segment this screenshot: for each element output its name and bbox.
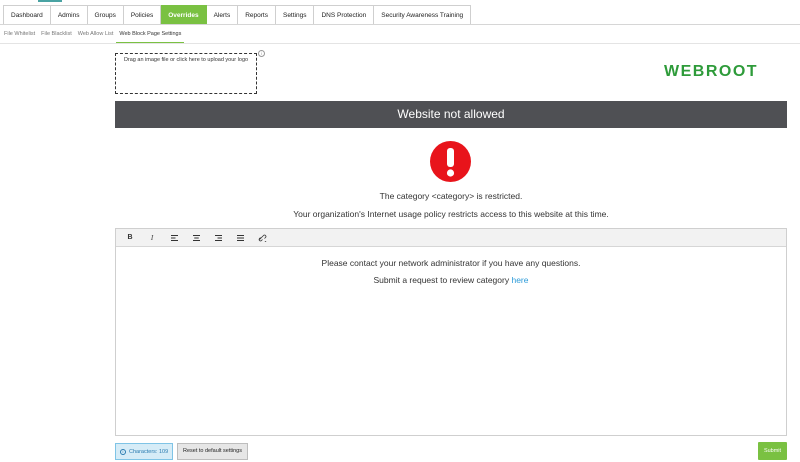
exclamation-circle-icon (430, 141, 471, 182)
tab-dashboard[interactable]: Dashboard (3, 5, 51, 25)
submit-button[interactable]: Submit (758, 442, 787, 460)
info-icon: i (120, 448, 126, 455)
italic-button[interactable]: I (141, 229, 163, 247)
tabs-divider (0, 24, 800, 25)
align-left-button[interactable] (163, 229, 185, 247)
policy-message: Your organization's Internet usage polic… (293, 209, 609, 219)
top-accent (38, 0, 62, 2)
align-justify-button[interactable] (229, 229, 251, 247)
tab-dns-protection[interactable]: DNS Protection (314, 5, 375, 25)
editor-content[interactable]: Please contact your network administrato… (116, 247, 786, 285)
character-count-label: Characters: 109 (129, 448, 169, 455)
link-icon (258, 234, 266, 242)
align-justify-icon (236, 234, 244, 241)
character-count-badge: i Characters: 109 (115, 443, 173, 460)
tab-groups[interactable]: Groups (87, 5, 124, 25)
reset-default-button[interactable]: Reset to default settings (177, 443, 248, 460)
upload-instructions: Drag an image file or click here to uplo… (123, 57, 249, 63)
block-page-banner: Website not allowed (115, 101, 787, 128)
tab-alerts[interactable]: Alerts (206, 5, 239, 25)
review-request-line: Submit a request to review category here (116, 275, 786, 285)
bold-button[interactable]: B (119, 229, 141, 247)
subtabs-divider (0, 43, 800, 44)
align-right-icon (214, 234, 222, 241)
align-right-button[interactable] (207, 229, 229, 247)
editor-toolbar: B I (116, 229, 786, 247)
logo-upload-dropzone[interactable]: Drag an image file or click here to uplo… (115, 53, 257, 94)
tab-reports[interactable]: Reports (238, 5, 276, 25)
tab-overrides[interactable]: Overrides (161, 5, 207, 25)
review-request-text: Submit a request to review category (373, 275, 510, 285)
info-icon[interactable]: i (258, 50, 265, 57)
sub-tabs: File Whitelist File Blacklist Web Allow … (0, 27, 800, 43)
message-editor: B I Please contact your network administ… (115, 228, 787, 436)
tab-policies[interactable]: Policies (123, 5, 162, 25)
contact-line: Please contact your network administrato… (321, 258, 581, 268)
banner-title: Website not allowed (397, 107, 505, 121)
tab-admins[interactable]: Admins (50, 5, 88, 25)
align-center-button[interactable] (185, 229, 207, 247)
subtab-file-blacklist[interactable]: File Blacklist (38, 27, 75, 43)
main-tabs: Dashboard Admins Groups Policies Overrid… (3, 5, 472, 25)
subtab-file-whitelist[interactable]: File Whitelist (1, 27, 38, 43)
category-message: The category <category> is restricted. (379, 191, 523, 201)
align-center-icon (192, 234, 200, 241)
webroot-logo: WEBROOT (664, 63, 759, 80)
link-button[interactable] (251, 229, 273, 247)
tab-settings[interactable]: Settings (275, 5, 315, 25)
review-request-link[interactable]: here (511, 275, 528, 285)
align-left-icon (170, 234, 178, 241)
subtab-web-allow-list[interactable]: Web Allow List (75, 27, 117, 43)
tab-security-awareness-training[interactable]: Security Awareness Training (374, 5, 472, 25)
subtab-web-block-page-settings[interactable]: Web Block Page Settings (116, 27, 185, 43)
